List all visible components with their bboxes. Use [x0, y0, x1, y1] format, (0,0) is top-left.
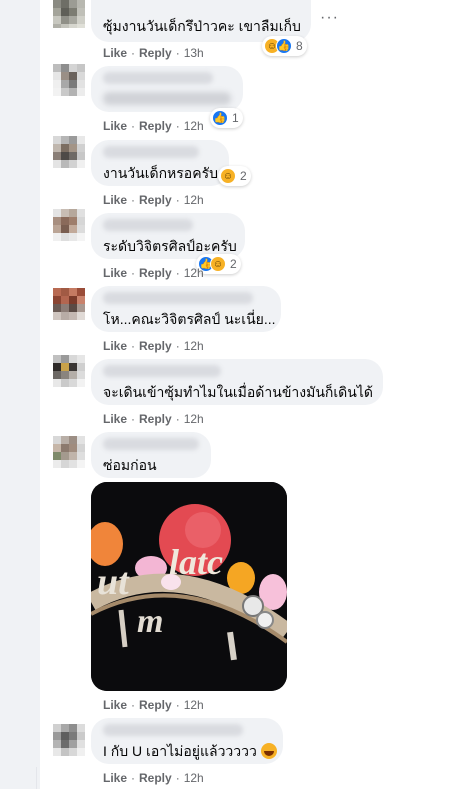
- comment-text: งานวันเด็กหรอครับ: [103, 165, 218, 181]
- comment-actions: Like · Reply · 12h: [103, 698, 204, 712]
- thread-bottom-border: [36, 767, 474, 789]
- comment-text: ซ่อมก่อน: [103, 457, 157, 473]
- reply-link[interactable]: Reply: [139, 193, 172, 207]
- like-link[interactable]: Like: [103, 698, 127, 712]
- like-reaction-icon: 👍: [212, 110, 228, 126]
- comment-photo[interactable]: ut latc m: [91, 482, 287, 691]
- reaction-summary[interactable]: ☺ 👍 8: [262, 36, 307, 56]
- avatar[interactable]: [53, 64, 85, 96]
- commenter-name[interactable]: [103, 146, 199, 158]
- commenter-name[interactable]: [103, 292, 253, 304]
- reaction-summary[interactable]: 👍 1: [210, 108, 243, 128]
- comment-time[interactable]: 12h: [184, 119, 204, 133]
- more-options-icon[interactable]: ···: [320, 9, 339, 27]
- reaction-count: 1: [232, 111, 239, 125]
- avatar[interactable]: [53, 136, 85, 168]
- svg-text:ut: ut: [97, 561, 130, 603]
- svg-text:m: m: [137, 603, 163, 640]
- comment-time[interactable]: 12h: [184, 266, 204, 280]
- commenter-name[interactable]: [103, 724, 243, 736]
- reply-link[interactable]: Reply: [139, 46, 172, 60]
- like-link[interactable]: Like: [103, 266, 127, 280]
- comment-text: จะเดินเข้าซุ้มทำไมในเมื่อด้านข้างมันก็เด…: [103, 384, 373, 400]
- comment-bubble: งานวันเด็กหรอครับ: [91, 140, 229, 186]
- comment-actions: Like · Reply · 13h: [103, 46, 204, 60]
- comment-actions: Like · Reply · 12h: [103, 119, 204, 133]
- avatar[interactable]: [53, 0, 85, 28]
- comment-actions: Like · Reply · 12h: [103, 339, 204, 353]
- comment-text: โห...คณะวิจิตรศิลป์ นะเนี่ย...: [103, 311, 276, 327]
- haha-reaction-icon: ☺: [210, 256, 226, 272]
- comment-text: I กับ U เอาไม่อยู่แล้ววววว: [103, 742, 277, 760]
- comment-time[interactable]: 12h: [184, 193, 204, 207]
- like-link[interactable]: Like: [103, 119, 127, 133]
- reply-link[interactable]: Reply: [139, 698, 172, 712]
- reaction-count: 2: [240, 169, 247, 183]
- comment-bubble: I กับ U เอาไม่อยู่แล้ววววว: [91, 718, 283, 764]
- reaction-count: 2: [230, 257, 237, 271]
- commenter-name[interactable]: [103, 219, 193, 231]
- comment-bubble: โห...คณะวิจิตรศิลป์ นะเนี่ย...: [91, 286, 281, 332]
- commenter-name[interactable]: [103, 438, 199, 450]
- avatar[interactable]: [53, 436, 85, 468]
- comment-time[interactable]: 12h: [184, 698, 204, 712]
- haha-emoji-icon: [260, 743, 277, 759]
- comment-bubble: จะเดินเข้าซุ้มทำไมในเมื่อด้านข้างมันก็เด…: [91, 359, 383, 405]
- reply-link[interactable]: Reply: [139, 339, 172, 353]
- comment-actions: Like · Reply · 12h: [103, 193, 204, 207]
- like-link[interactable]: Like: [103, 193, 127, 207]
- comment-time[interactable]: 13h: [184, 46, 204, 60]
- comment-time[interactable]: 12h: [184, 412, 204, 426]
- reply-link[interactable]: Reply: [139, 119, 172, 133]
- reply-link[interactable]: Reply: [139, 266, 172, 280]
- like-link[interactable]: Like: [103, 46, 127, 60]
- comment-bubble: ระดับวิจิตรศิลป์อะครับ: [91, 213, 245, 259]
- avatar[interactable]: [53, 724, 85, 756]
- gate-arch-photo: ut latc m: [91, 482, 287, 691]
- avatar[interactable]: [53, 355, 85, 387]
- like-link[interactable]: Like: [103, 339, 127, 353]
- comment-bubble: [91, 66, 243, 112]
- comment-text: ซุ้มงานวันเด็กรึป่าวคะ เขาลืมเก็บ: [103, 18, 301, 34]
- haha-reaction-icon: ☺: [220, 168, 236, 184]
- avatar[interactable]: [53, 209, 85, 241]
- reaction-count: 8: [296, 39, 303, 53]
- avatar[interactable]: [53, 288, 85, 320]
- reply-link[interactable]: Reply: [139, 412, 172, 426]
- comment-text: [103, 92, 231, 105]
- reaction-summary[interactable]: ☺ 2: [218, 166, 251, 186]
- like-reaction-icon: 👍: [276, 38, 292, 54]
- comment-actions: Like · Reply · 12h: [103, 412, 204, 426]
- commenter-name[interactable]: [103, 72, 213, 84]
- commenter-name[interactable]: [103, 365, 221, 377]
- comment-actions: Like · Reply · 12h: [103, 266, 204, 280]
- comment-text: ระดับวิจิตรศิลป์อะครับ: [103, 238, 237, 254]
- like-link[interactable]: Like: [103, 412, 127, 426]
- comment-time[interactable]: 12h: [184, 339, 204, 353]
- comment-bubble: ซ่อมก่อน: [91, 432, 211, 478]
